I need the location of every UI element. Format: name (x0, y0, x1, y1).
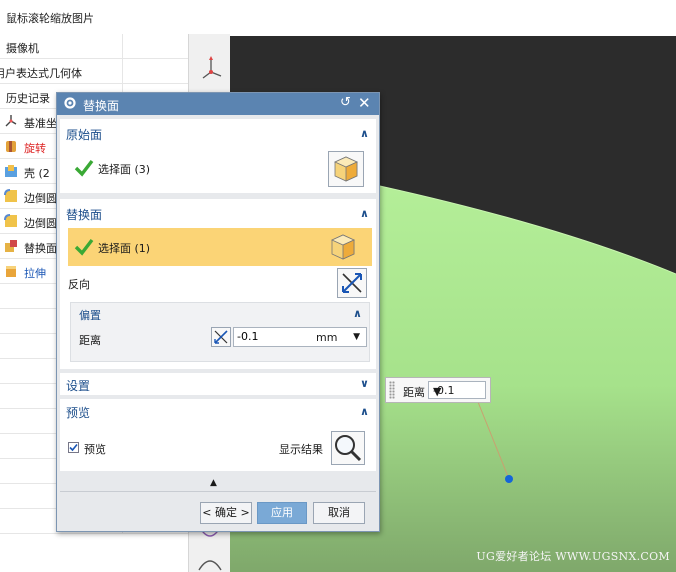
section-header-replacement[interactable]: 替换面 (66, 206, 102, 223)
revolve-icon (6, 141, 16, 152)
section-header-offset[interactable]: 偏置 (79, 307, 101, 323)
show-result-label: 显示结果 (279, 443, 323, 456)
section-header-settings[interactable]: 设置 (66, 377, 90, 394)
select-face-row-original[interactable]: 选择面 (3) (68, 149, 372, 187)
nav-row-expressions[interactable]: 用户表达式几何体 (0, 59, 188, 84)
gear-icon (64, 97, 76, 109)
edge-blend-icon (4, 214, 17, 227)
datum-csys-icon (5, 115, 17, 127)
dropdown-arrow-icon[interactable]: ▼ (353, 332, 360, 342)
section-replacement-face: 替换面 ∧ 选择面 (1) 反向 偏置 ∧ 距离 -0.1 mm ▼ (60, 199, 376, 369)
distance-field[interactable]: mm ▼ (233, 327, 367, 347)
preview-checkbox[interactable] (68, 442, 79, 453)
section-preview: 预览 ∧ 预览 显示结果 (60, 399, 376, 471)
cube-icon (334, 156, 358, 182)
section-header-preview[interactable]: 预览 (66, 404, 90, 421)
collapse-dialog-arrow-icon[interactable]: ▲ (210, 478, 217, 488)
shell-icon (5, 165, 17, 177)
reverse-arrows-icon (342, 273, 362, 293)
watermark: UG爱好者论坛 WWW.UGSNX.COM (476, 550, 670, 563)
unit-label: mm (316, 331, 338, 344)
section-settings: 设置 ∨ (60, 373, 376, 395)
cancel-button[interactable]: 取消 (313, 502, 365, 524)
replace-face-dialog: 替换面 ↺ ✕ 原始面 ∧ 选择面 (3) 替换面 ∧ 选择面 (1) 反向 偏… (56, 92, 380, 532)
csys-icon[interactable] (199, 56, 223, 82)
reverse-offset-button[interactable] (211, 327, 231, 347)
distance-input[interactable] (237, 330, 297, 343)
reset-icon[interactable]: ↺ (340, 95, 351, 110)
offset-subsection: 偏置 ∧ 距离 mm ▼ (70, 302, 370, 362)
replace-face-icon (5, 240, 17, 252)
edge-blend-icon (4, 189, 17, 202)
floating-distance-label: 距离 (403, 386, 425, 399)
section-original-face: 原始面 ∧ 选择面 (3) (60, 119, 376, 193)
show-result-button[interactable] (331, 431, 365, 465)
reverse-label: 反向 (68, 278, 90, 291)
distance-label: 距离 (79, 334, 101, 347)
reverse-arrows-icon (214, 330, 228, 344)
preview-label: 预览 (84, 443, 106, 456)
ellipse-tool-icon[interactable] (197, 558, 223, 572)
expand-chevron-down-icon[interactable]: ∨ (360, 377, 369, 390)
cube-icon (331, 234, 355, 260)
collapse-chevron-up-icon[interactable]: ∧ (353, 307, 362, 320)
select-face-cube-button[interactable] (328, 151, 364, 187)
reverse-direction-button[interactable] (337, 268, 367, 298)
dialog-titlebar[interactable]: 替换面 ↺ ✕ (57, 93, 379, 115)
hint-text: 鼠标滚轮缩放图片 (6, 12, 94, 25)
checkmark-icon (69, 443, 78, 452)
handle-point (505, 475, 513, 483)
check-icon (74, 159, 94, 177)
floating-distance-input[interactable]: 距离 -0.1 ▼ (385, 377, 491, 403)
divider (60, 491, 376, 492)
extrude-icon (6, 266, 16, 277)
magnifier-icon (335, 435, 362, 462)
check-icon (74, 238, 94, 256)
select-face-cube-button[interactable] (326, 230, 360, 264)
collapse-chevron-up-icon[interactable]: ∧ (360, 207, 369, 220)
floating-distance-field[interactable]: -0.1 ▼ (428, 381, 486, 399)
apply-button[interactable]: 应用 (257, 502, 307, 524)
drag-handle-icon[interactable] (389, 381, 395, 399)
section-header-original[interactable]: 原始面 (66, 126, 102, 143)
nav-row-camera[interactable]: 摄像机 (0, 34, 188, 59)
ok-button[interactable]: < 确定 > (200, 502, 252, 524)
dialog-title: 替换面 (83, 99, 120, 113)
close-icon[interactable]: ✕ (358, 94, 371, 112)
collapse-chevron-up-icon[interactable]: ∧ (360, 127, 369, 140)
collapse-chevron-up-icon[interactable]: ∧ (360, 405, 369, 418)
dropdown-arrow-icon[interactable]: ▼ (433, 385, 481, 398)
